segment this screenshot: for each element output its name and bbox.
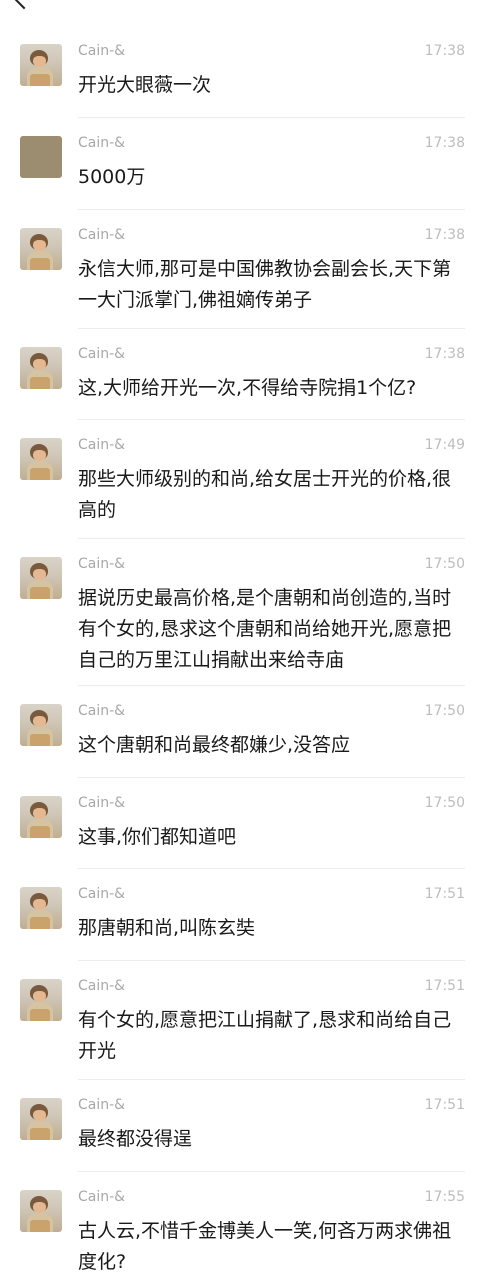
divider (78, 777, 465, 778)
avatar[interactable] (20, 796, 62, 838)
message-text: 那些大师级别的和尚,给女居士开光的价格,很高的 (78, 468, 452, 521)
message-text: 据说历史最高价格,是个唐朝和尚创造的,当时有个女的,恳求这个唐朝和尚给她开光,愿… (78, 587, 452, 671)
avatar[interactable] (20, 557, 62, 599)
divider (78, 1079, 465, 1080)
sender-name: Cain-& (78, 1189, 126, 1205)
message-text: 开光大眼薇一次 (78, 74, 212, 96)
divider (78, 685, 465, 686)
message-time: 17:50 (424, 556, 465, 572)
divider (78, 538, 465, 539)
message-text: 最终都没得逞 (78, 1128, 193, 1150)
message-text: 永信大师,那可是中国佛教协会副会长,天下第一大门派掌门,佛祖嫡传弟子 (78, 258, 452, 311)
message-time: 17:38 (424, 227, 465, 243)
sender-name: Cain-& (78, 43, 126, 59)
sender-name: Cain-& (78, 795, 126, 811)
message-time: 17:38 (424, 135, 465, 151)
avatar[interactable] (20, 44, 62, 86)
message-time: 17:51 (424, 886, 465, 902)
divider (78, 1171, 465, 1172)
sender-name: Cain-& (78, 703, 126, 719)
top-bar (0, 0, 485, 14)
message-text: 这个唐朝和尚最终都嫌少,没答应 (78, 734, 351, 756)
divider (78, 868, 465, 869)
message-text: 5000万 (78, 166, 146, 188)
message-text: 古人云,不惜千金博美人一笑,何吝万两求佛祖度化? (78, 1220, 452, 1273)
message-text: 这事,你们都知道吧 (78, 826, 237, 848)
avatar[interactable] (20, 136, 62, 178)
sender-name: Cain-& (78, 556, 126, 572)
divider (78, 419, 465, 420)
message-time: 17:55 (424, 1189, 465, 1205)
message-time: 17:50 (424, 795, 465, 811)
message-text: 那唐朝和尚,叫陈玄奘 (78, 917, 256, 939)
message-time: 17:51 (424, 1097, 465, 1113)
message-time: 17:38 (424, 43, 465, 59)
message-time: 17:38 (424, 346, 465, 362)
divider (78, 117, 465, 118)
sender-name: Cain-& (78, 978, 126, 994)
message-time: 17:49 (424, 437, 465, 453)
sender-name: Cain-& (78, 346, 126, 362)
avatar[interactable] (20, 228, 62, 270)
sender-name: Cain-& (78, 1097, 126, 1113)
message-text: 这,大师给开光一次,不得给寺院捐1个亿? (78, 377, 417, 399)
sender-name: Cain-& (78, 227, 126, 243)
avatar[interactable] (20, 1190, 62, 1232)
divider (78, 328, 465, 329)
avatar[interactable] (20, 1098, 62, 1140)
avatar[interactable] (20, 704, 62, 746)
message-text: 有个女的,愿意把江山捐献了,恳求和尚给自己开光 (78, 1009, 452, 1062)
sender-name: Cain-& (78, 135, 126, 151)
divider (78, 960, 465, 961)
avatar[interactable] (20, 347, 62, 389)
message-time: 17:51 (424, 978, 465, 994)
divider (78, 209, 465, 210)
sender-name: Cain-& (78, 437, 126, 453)
avatar[interactable] (20, 887, 62, 929)
message-time: 17:50 (424, 703, 465, 719)
sender-name: Cain-& (78, 886, 126, 902)
avatar[interactable] (20, 438, 62, 480)
back-arrow-icon[interactable] (12, 0, 36, 10)
avatar[interactable] (20, 979, 62, 1021)
